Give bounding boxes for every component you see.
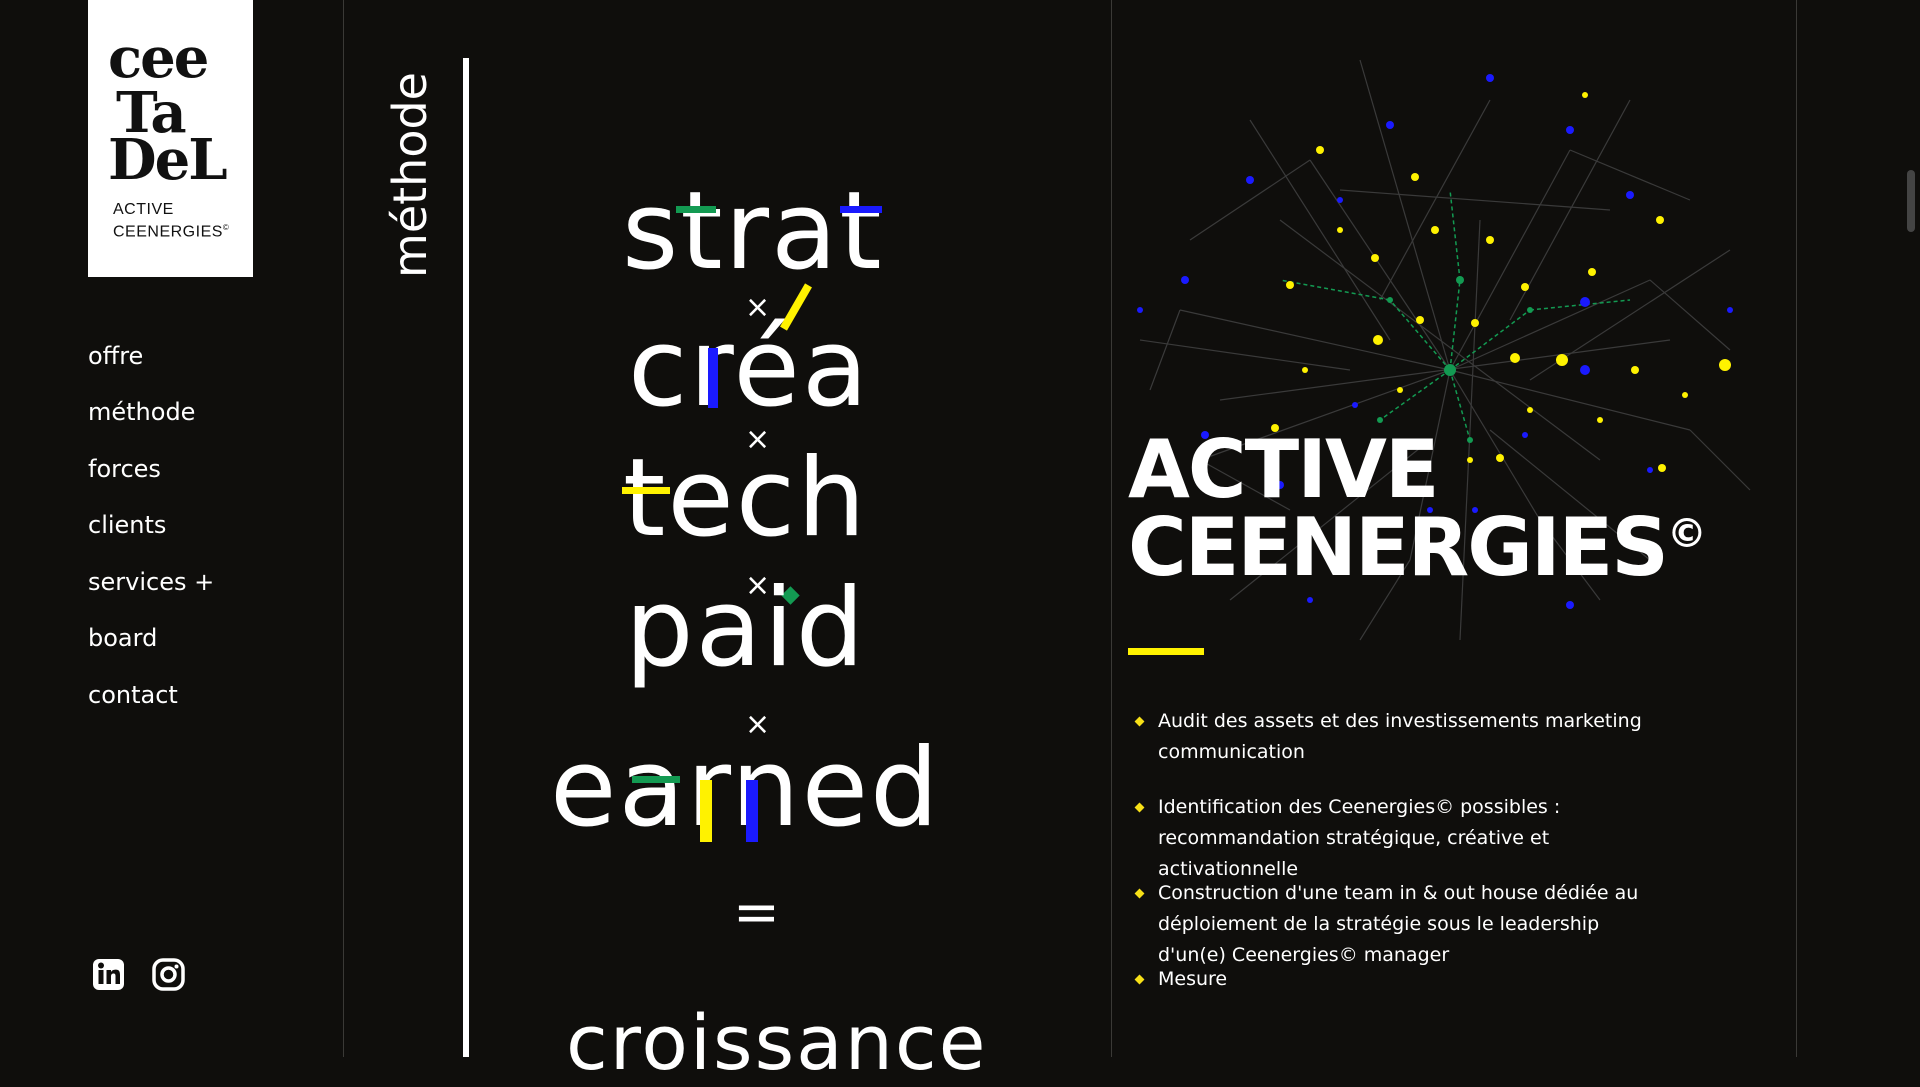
accent-mark bbox=[676, 206, 716, 213]
formula-result: croissance bbox=[566, 998, 988, 1087]
nav-item-board[interactable]: board bbox=[88, 624, 157, 652]
logo-sub-2: CEENERGIES© bbox=[113, 223, 230, 241]
accent-mark bbox=[746, 780, 758, 842]
formula-word-tech: tech bbox=[623, 436, 868, 561]
nav-item-forces[interactable]: forces bbox=[88, 455, 161, 483]
scrollbar-thumb[interactable] bbox=[1907, 170, 1915, 232]
divider-middle bbox=[1111, 0, 1112, 1057]
section-rule bbox=[463, 58, 469, 1057]
logo-line-3: DeL bbox=[108, 127, 228, 193]
list-item: Construction d'une team in & out house d… bbox=[1158, 878, 1658, 971]
list-item: Audit des assets et des investissements … bbox=[1158, 706, 1658, 768]
logo[interactable]: cee Ta DeL ACTIVE CEENERGIES© bbox=[88, 0, 253, 277]
accent-mark bbox=[840, 206, 882, 213]
copyright-mark: © bbox=[1666, 511, 1707, 557]
headline-line-2: CEENERGIES© bbox=[1128, 501, 1707, 594]
divider-left bbox=[343, 0, 344, 1057]
nav-item-contact[interactable]: contact bbox=[88, 681, 178, 709]
formula-word-strat: strat bbox=[622, 169, 884, 294]
formula-equals: = bbox=[733, 880, 782, 945]
accent-mark bbox=[632, 776, 680, 783]
accent-mark bbox=[708, 348, 718, 408]
linkedin-icon[interactable] bbox=[91, 957, 126, 992]
nav-item-services[interactable]: services + bbox=[88, 568, 214, 596]
nav-item-offre[interactable]: offre bbox=[88, 342, 143, 370]
headline-line-1: ACTIVE bbox=[1128, 423, 1440, 516]
logo-sub-1: ACTIVE bbox=[113, 201, 174, 218]
list-item: Identification des Ceenergies© possibles… bbox=[1158, 792, 1658, 885]
logo-line-1: cee bbox=[108, 25, 209, 91]
section-title: méthode bbox=[383, 72, 437, 278]
nav-item-clients[interactable]: clients bbox=[88, 511, 166, 539]
accent-mark bbox=[700, 780, 712, 842]
instagram-icon[interactable] bbox=[151, 957, 186, 992]
headline-accent-rule bbox=[1128, 648, 1204, 655]
divider-right bbox=[1796, 0, 1797, 1057]
nav-item-methode[interactable]: méthode bbox=[88, 398, 195, 426]
formula-word-crea: créa bbox=[628, 306, 871, 431]
list-item: Mesure bbox=[1158, 964, 1658, 995]
formula-word-paid: paid bbox=[625, 566, 867, 691]
accent-mark bbox=[622, 487, 670, 494]
